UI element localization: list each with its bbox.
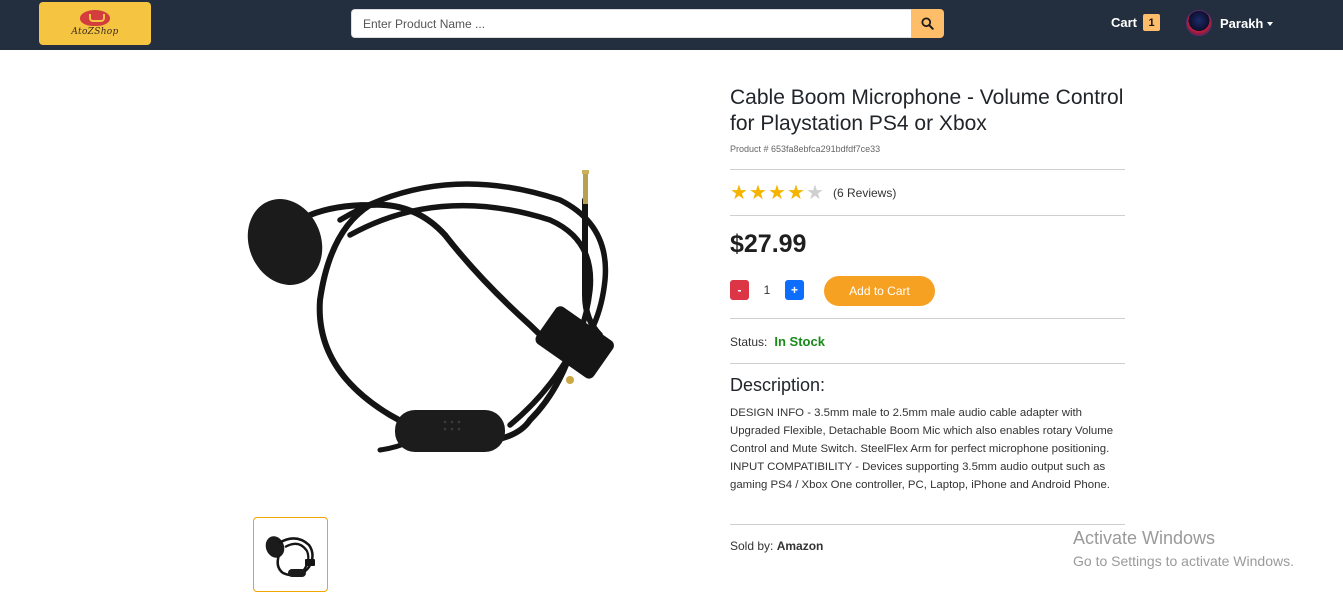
star-icon: ★: [768, 182, 786, 204]
search-input[interactable]: [351, 9, 911, 38]
product-title: Cable Boom Microphone - Volume Control f…: [730, 86, 1124, 135]
sold-by-label: Sold by:: [730, 539, 774, 553]
product-thumbnail[interactable]: [253, 517, 328, 592]
product-id: Product # 653fa8ebfca291bdfdf7ce33: [730, 144, 881, 154]
divider: [730, 169, 1125, 170]
quantity-stepper: - +: [730, 280, 804, 300]
star-icon: ★: [749, 182, 767, 204]
search-button[interactable]: [911, 9, 944, 38]
stock-status: Status: In Stock: [730, 334, 825, 349]
sold-by: Sold by: Amazon: [730, 539, 823, 553]
activate-windows-watermark: Activate Windows Go to Settings to activ…: [1073, 528, 1294, 569]
search-icon: [921, 17, 934, 30]
status-value: In Stock: [774, 334, 825, 349]
logo-text: AtoZShop: [71, 27, 119, 37]
cart-link[interactable]: Cart 1: [1111, 14, 1161, 31]
watermark-title: Activate Windows: [1073, 528, 1216, 548]
increase-quantity-button[interactable]: +: [785, 280, 804, 300]
cart-label: Cart: [1111, 15, 1138, 30]
cart-logo-icon: [80, 10, 110, 26]
product-main-image: [240, 160, 630, 470]
product-rating: ★ ★ ★ ★ ★ (6 Reviews): [730, 183, 896, 203]
status-label: Status:: [730, 335, 768, 349]
user-name: Parakh: [1220, 15, 1264, 31]
divider: [730, 363, 1125, 364]
watermark-subtitle: Go to Settings to activate Windows.: [1073, 553, 1294, 569]
cart-count-badge: 1: [1143, 14, 1161, 31]
quantity-input[interactable]: [749, 280, 785, 300]
avatar: [1186, 10, 1212, 36]
user-menu[interactable]: Parakh: [1186, 10, 1274, 36]
star-empty-icon: ★: [806, 182, 824, 204]
review-count: (6 Reviews): [833, 186, 897, 200]
decrease-quantity-button[interactable]: -: [730, 280, 749, 300]
description-text: DESIGN INFO - 3.5mm male to 2.5mm male a…: [730, 407, 1114, 491]
search-bar: [351, 9, 944, 38]
divider: [730, 215, 1125, 216]
star-icon: ★: [730, 182, 748, 204]
description-heading: Description:: [730, 375, 826, 395]
star-icon: ★: [787, 182, 805, 204]
seller-name: Amazon: [776, 539, 824, 553]
product-price: $27.99: [730, 230, 807, 258]
divider: [730, 524, 1125, 525]
site-logo[interactable]: AtoZShop: [39, 2, 151, 45]
add-to-cart-button[interactable]: Add to Cart: [824, 276, 935, 306]
navbar: AtoZShop Cart 1 Parakh: [0, 0, 1343, 50]
chevron-down-icon: [1267, 21, 1274, 26]
divider: [730, 318, 1125, 319]
